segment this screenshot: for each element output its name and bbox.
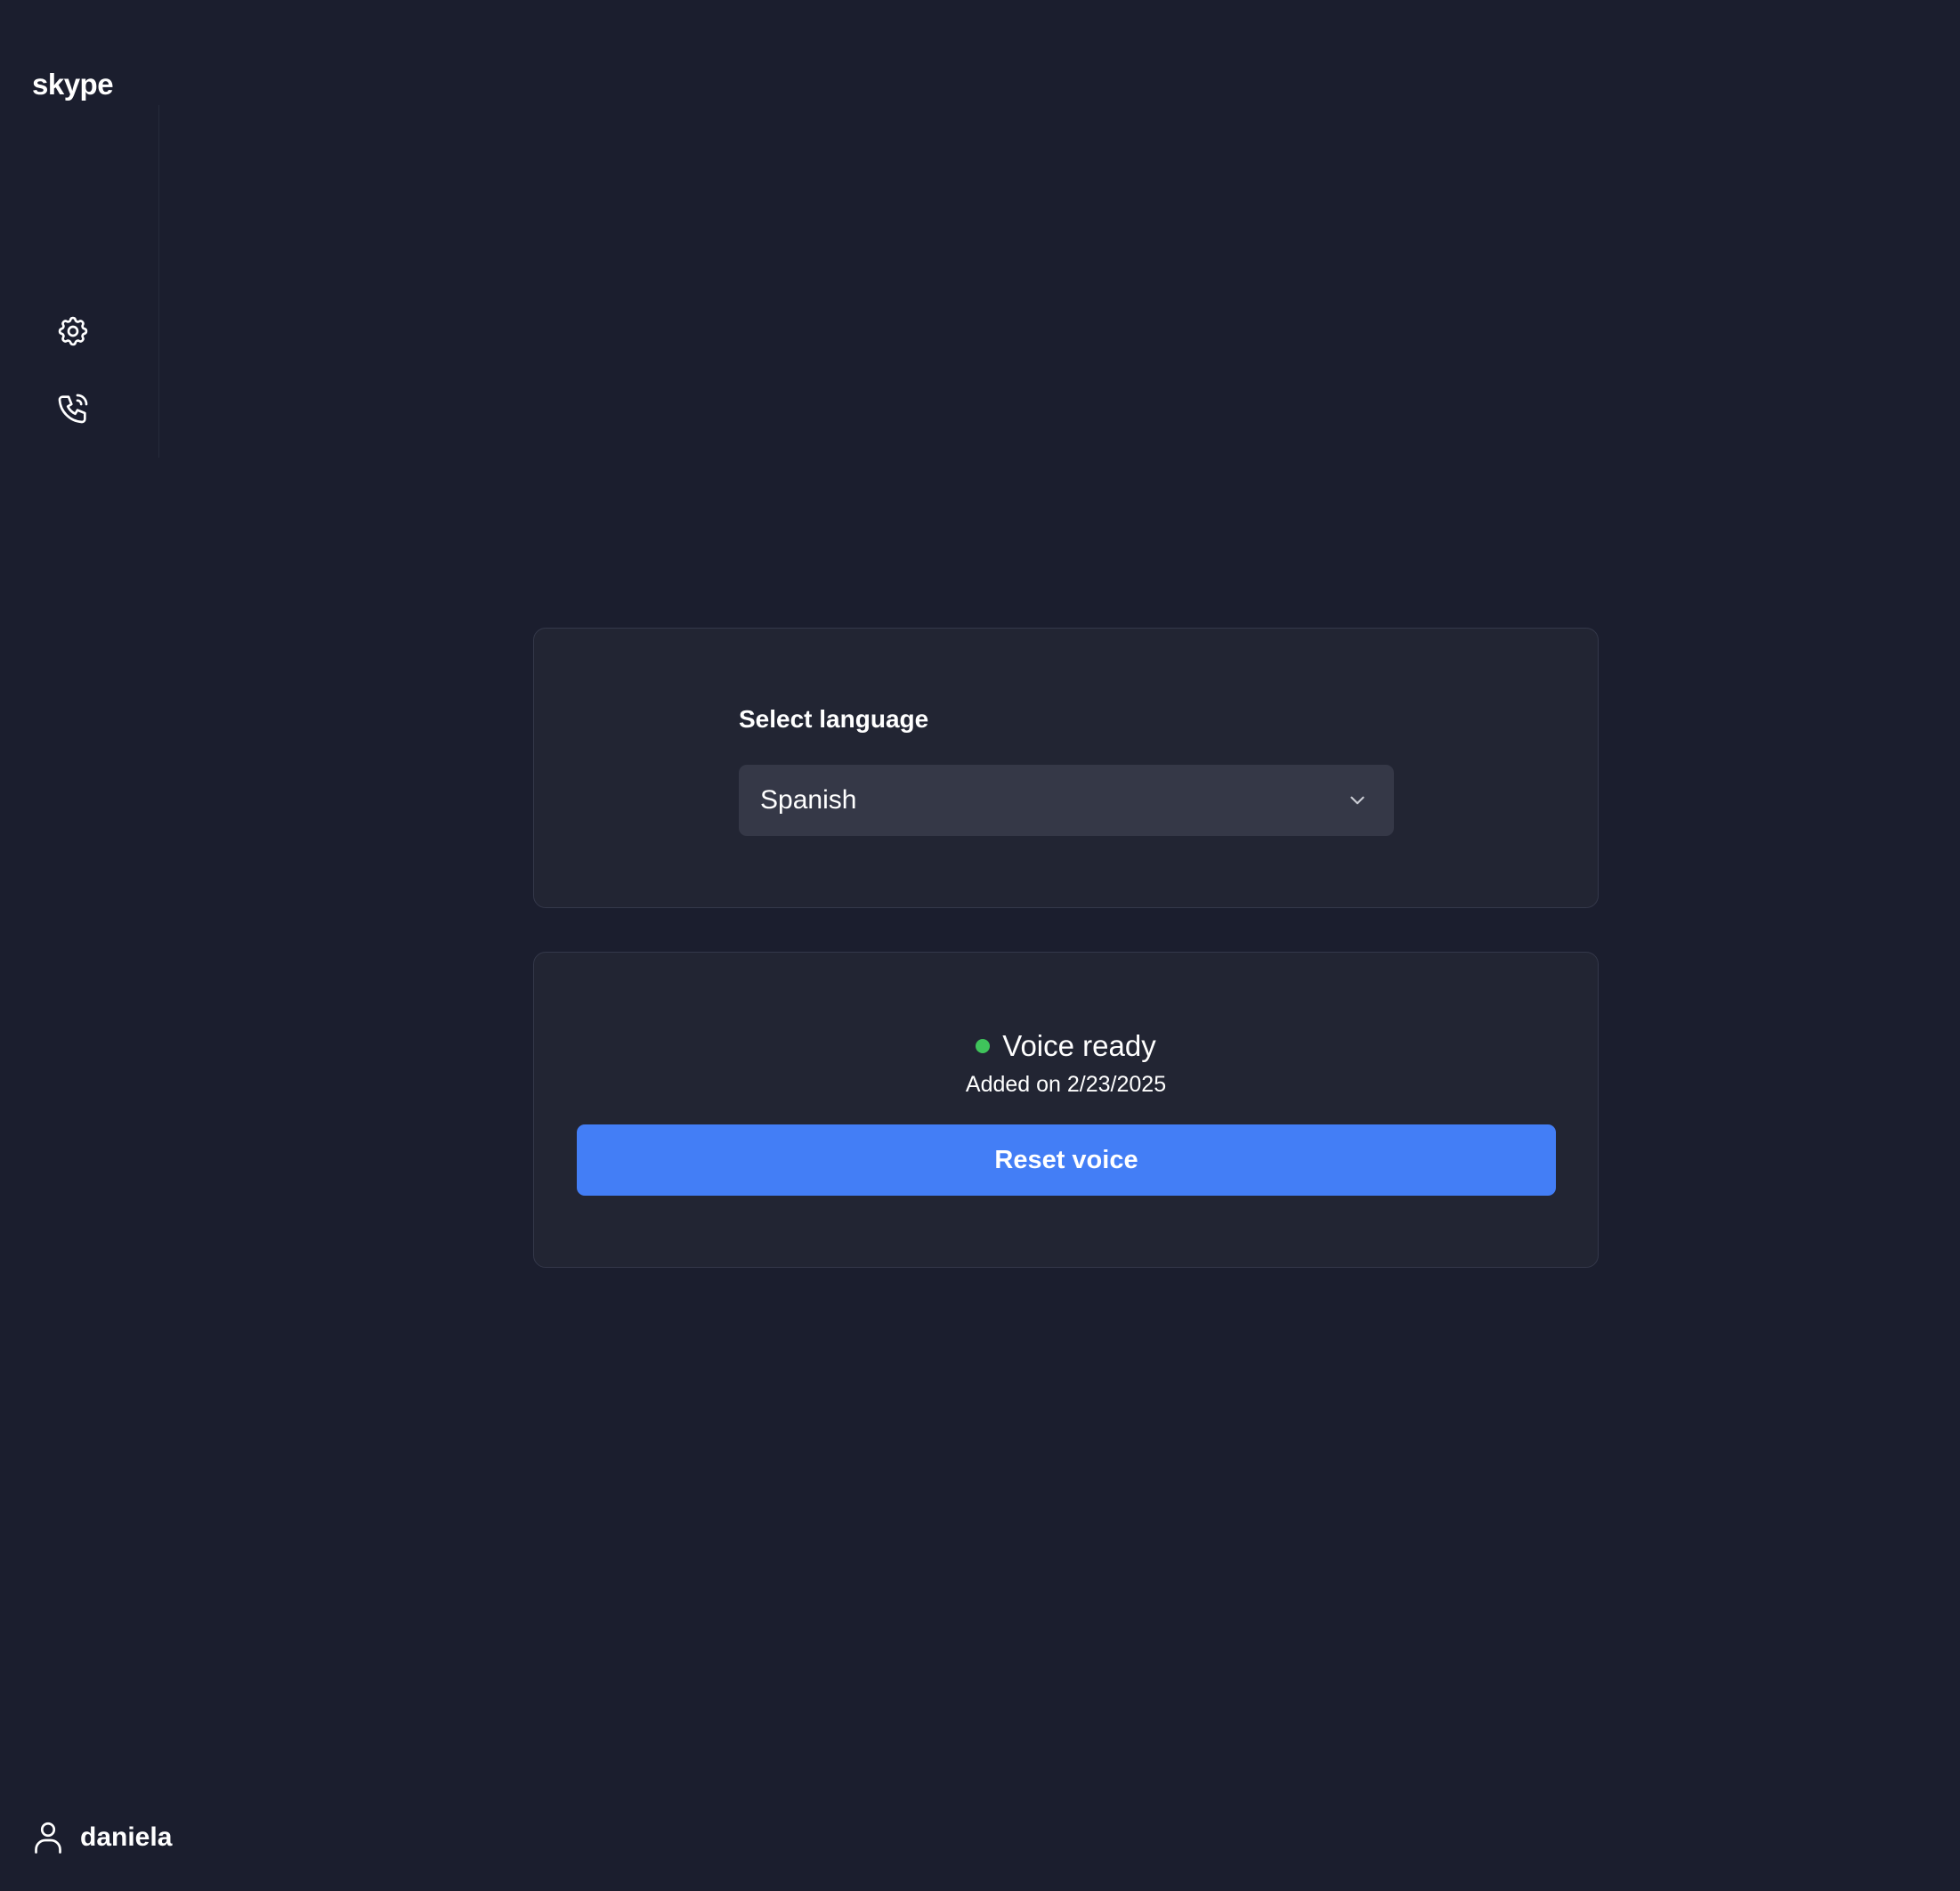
voice-status-text: Voice ready xyxy=(1002,1029,1156,1062)
gear-icon xyxy=(58,316,88,346)
language-select[interactable]: Spanish xyxy=(739,765,1394,836)
status-dot-icon xyxy=(976,1039,991,1053)
voice-status-line: Voice ready xyxy=(976,1029,1156,1063)
voice-status: Voice ready Added on 2/23/2025 xyxy=(534,1029,1598,1098)
language-select-value: Spanish xyxy=(760,785,857,815)
user-name: daniela xyxy=(80,1822,173,1852)
phone-call-icon xyxy=(58,394,88,424)
sidebar-item-settings[interactable] xyxy=(53,312,93,351)
reset-voice-button[interactable]: Reset voice xyxy=(577,1124,1556,1196)
brand-logo: skype xyxy=(32,68,114,101)
user-profile[interactable]: daniela xyxy=(32,1820,172,1855)
language-card: Select language Spanish xyxy=(533,628,1599,908)
voice-added-date: Added on 2/23/2025 xyxy=(965,1072,1167,1097)
user-icon xyxy=(35,1822,61,1854)
voice-card: Voice ready Added on 2/23/2025 Reset voi… xyxy=(533,952,1599,1268)
sidebar-divider xyxy=(158,105,159,458)
sidebar-item-calls[interactable] xyxy=(53,389,93,428)
app-root: skype Select language Spanish Voice read… xyxy=(0,0,1960,1891)
chevron-down-icon xyxy=(1350,796,1365,805)
language-label: Select language xyxy=(739,705,929,733)
